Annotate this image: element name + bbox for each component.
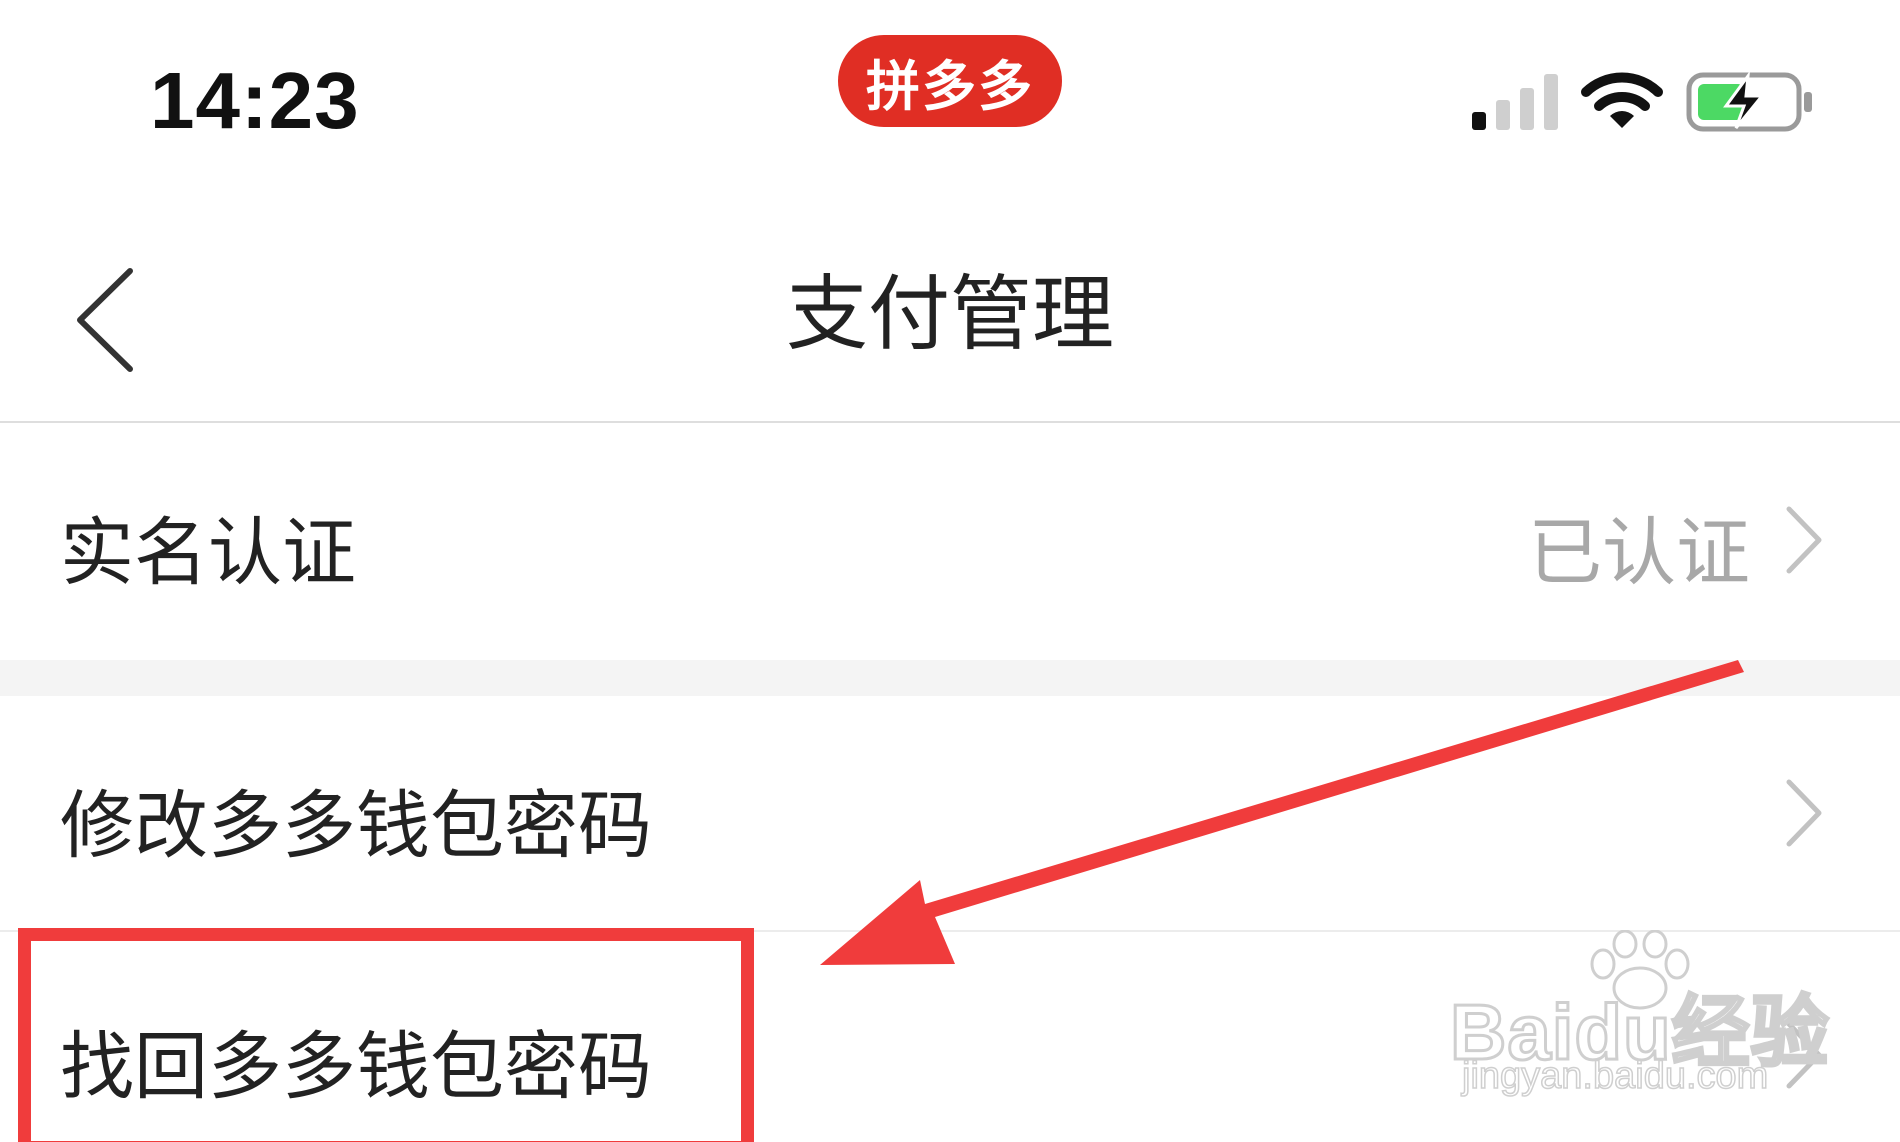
arrow-icon: [820, 660, 1744, 965]
screen: 14:23 拼多多 支付管理 实名认证 已认证 修改多多钱包密码 找回多多钱包密…: [0, 0, 1900, 1142]
